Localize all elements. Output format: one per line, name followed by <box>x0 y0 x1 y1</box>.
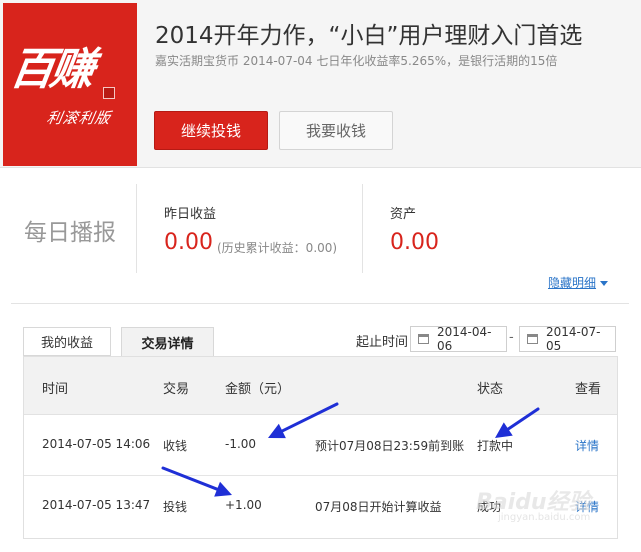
date-range-separator: - <box>509 330 514 345</box>
calendar-icon <box>527 334 538 344</box>
tab-my-earnings[interactable]: 我的收益 <box>23 327 111 356</box>
withdraw-button[interactable]: 我要收钱 <box>279 111 393 150</box>
product-banner: 百赚 利滚利版 2014开年力作，“小白”用户理财入门首选 嘉实活期宝货币 20… <box>0 0 641 168</box>
divider <box>362 184 363 273</box>
cell-amount: -1.00 <box>225 437 257 451</box>
assets-value: 0.00 <box>390 230 439 255</box>
header-status: 状态 <box>477 382 504 397</box>
logo-text-small: 利滚利版 <box>45 109 113 127</box>
product-logo: 百赚 利滚利版 <box>3 3 137 166</box>
product-title: 2014开年力作，“小白”用户理财入门首选 <box>155 23 583 49</box>
cell-amount: +1.00 <box>225 498 262 512</box>
detail-link[interactable]: 详情 <box>575 437 599 454</box>
hide-detail-label: 隐藏明细 <box>548 276 597 290</box>
daily-broadcast-title: 每日播报 <box>24 220 116 246</box>
yesterday-earnings-value: 0.00 <box>164 230 213 255</box>
table-row: 2014-07-05 14:06 收钱 -1.00 预计07月08日23:59前… <box>24 415 617 476</box>
cell-time: 2014-07-05 14:06 <box>42 437 151 451</box>
logo-text-big: 百赚 <box>6 44 94 95</box>
calendar-icon <box>418 334 429 344</box>
header-amount: 金额（元） <box>225 382 291 397</box>
header-view: 查看 <box>575 382 602 397</box>
caret-down-icon <box>600 281 609 286</box>
cell-type: 投钱 <box>163 500 188 514</box>
hide-detail-link[interactable]: 隐藏明细 <box>548 274 609 291</box>
end-date-input[interactable]: 2014-07-05 <box>519 325 616 353</box>
assets-label: 资产 <box>390 207 417 222</box>
product-subtitle: 嘉实活期宝货币 2014-07-04 七日年化收益率5.265%，是银行活期的1… <box>155 54 558 68</box>
header-time: 时间 <box>42 382 69 397</box>
cell-note: 07月08日开始计算收益 <box>315 500 442 514</box>
tab-transaction-details[interactable]: 交易详情 <box>121 327 214 357</box>
watermark-sub: jingyan.baidu.com <box>498 512 591 523</box>
baidu-watermark: Baidu经验 jingyan.baidu.com <box>470 482 630 530</box>
cell-time: 2014-07-05 13:47 <box>42 498 151 512</box>
cell-type: 收钱 <box>163 439 188 453</box>
start-date-value: 2014-04-06 <box>437 325 492 353</box>
cell-status: 打款中 <box>477 439 514 453</box>
logo-seal <box>103 87 115 99</box>
cell-note: 预计07月08日23:59前到账 <box>315 439 465 453</box>
divider <box>136 184 137 273</box>
header-type: 交易 <box>163 382 190 397</box>
start-date-input[interactable]: 2014-04-06 <box>410 325 507 353</box>
section-divider <box>11 303 629 304</box>
end-date-value: 2014-07-05 <box>546 325 601 353</box>
yesterday-earnings-label: 昨日收益 <box>164 207 217 222</box>
continue-invest-button[interactable]: 继续投钱 <box>154 111 268 150</box>
table-header: 时间 交易 金额（元） 状态 查看 <box>24 357 617 415</box>
date-range-label: 起止时间 <box>356 335 409 350</box>
history-earnings-note: (历史累计收益：0.00) <box>217 241 338 255</box>
